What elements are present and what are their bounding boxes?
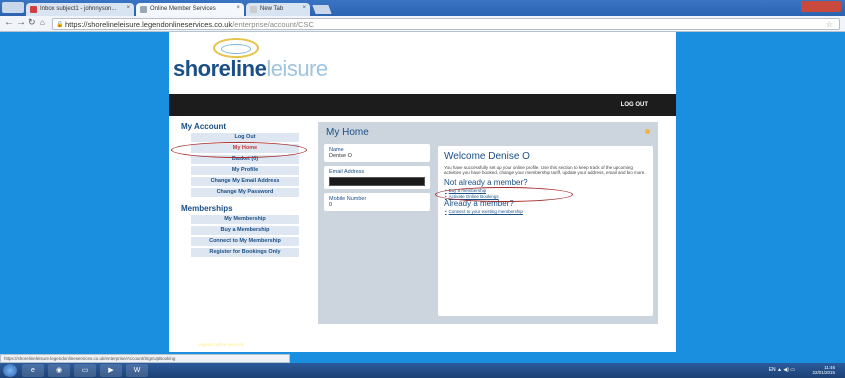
profile-info: Name Denise O Email Address Mobile Numbe… xyxy=(324,144,430,215)
lock-icon: 🔒 xyxy=(56,22,64,28)
not-member-heading: Not already a member? xyxy=(444,178,528,187)
star-icon[interactable]: ☆ xyxy=(826,20,833,29)
tab-title: New Tab xyxy=(260,6,284,12)
name-box: Name Denise O xyxy=(324,144,430,162)
browser-toolbar: ← → ↻ ⌂ 🔒 https://shorelineleisure.legen… xyxy=(0,16,845,32)
footer: Powered by Legend online services xyxy=(173,342,244,347)
tab-inbox[interactable]: Inbox subject1 - johnnyson... × xyxy=(26,3,134,16)
address-bar[interactable]: 🔒 https://shorelineleisure.legendonlines… xyxy=(52,18,840,30)
sidebar-item-buy-membership[interactable]: Buy a Membership xyxy=(191,226,299,235)
forward-arrow-icon[interactable]: → xyxy=(16,17,26,28)
folder-icon[interactable]: ▭ xyxy=(74,364,96,377)
chrome-icon[interactable]: ◉ xyxy=(48,364,70,377)
annotation-ellipse-activate-bookings xyxy=(435,187,573,202)
logout-link[interactable]: LOG OUT xyxy=(621,102,648,108)
sidebar-item-connect-membership[interactable]: Connect to My Membership xyxy=(191,237,299,246)
close-icon[interactable]: × xyxy=(302,5,306,11)
logo-text-sub: leisure xyxy=(266,56,328,81)
gmail-icon xyxy=(30,6,37,13)
url-host: https://shorelineleisure.legendonlineser… xyxy=(65,20,233,29)
clock-date: 22/01/2015 xyxy=(812,370,835,375)
sidebar-item-log-out[interactable]: Log Out xyxy=(191,133,299,142)
welcome-text: You have successfully set up your online… xyxy=(444,165,646,175)
main-panel: My Home Name Denise O Email Address Mobi… xyxy=(318,122,658,324)
window-close-button[interactable] xyxy=(801,1,841,12)
url-path: /enterprise/account/CSC xyxy=(232,20,314,29)
home-icon[interactable]: ⌂ xyxy=(40,18,45,27)
clock[interactable]: 11:46 22/01/2015 xyxy=(812,365,835,375)
welcome-title: Welcome Denise O xyxy=(444,151,530,162)
new-tab-button[interactable] xyxy=(312,5,332,14)
status-bar: https://shorelineleisure.legendonlineser… xyxy=(0,354,290,363)
annotation-ellipse-my-home xyxy=(171,142,307,158)
tray-icons[interactable]: EN ▲ ◀) ▭ xyxy=(769,367,795,373)
welcome-panel: Welcome Denise O You have successfully s… xyxy=(438,146,653,316)
sidebar-item-change-email[interactable]: Change My Email Address xyxy=(191,177,299,186)
mobile-value: 0 xyxy=(329,202,333,208)
sidebar-item-my-membership[interactable]: My Membership xyxy=(191,215,299,224)
tab-new-tab[interactable]: New Tab × xyxy=(246,3,310,16)
page-icon xyxy=(250,6,257,13)
name-value: Denise O xyxy=(329,153,352,159)
logo-text-main: shoreline xyxy=(173,56,267,81)
window-menu-button[interactable] xyxy=(2,2,24,13)
back-arrow-icon[interactable]: ← xyxy=(4,17,14,28)
logo-wave-icon xyxy=(221,44,251,54)
browser-tab-strip: Inbox subject1 - johnnyson... × Online M… xyxy=(0,0,845,16)
close-icon[interactable]: × xyxy=(236,5,240,11)
language-indicator[interactable]: EN xyxy=(769,367,776,373)
tab-title: Inbox subject1 - johnnyson... xyxy=(40,6,117,12)
sidebar-item-register-bookings[interactable]: Register for Bookings Only xyxy=(191,248,299,257)
media-player-icon[interactable]: ▶ xyxy=(100,364,122,377)
start-button-icon[interactable] xyxy=(3,364,17,377)
tab-online-member-services[interactable]: Online Member Services × xyxy=(136,3,244,16)
web-page: shorelineleisure LOG OUT My Account Log … xyxy=(169,32,676,352)
top-nav-bar: LOG OUT xyxy=(169,94,676,116)
reload-icon[interactable]: ↻ xyxy=(28,17,36,28)
memberships-heading: Memberships xyxy=(181,204,233,213)
word-icon[interactable]: W xyxy=(126,364,148,377)
email-value-redacted xyxy=(329,177,425,186)
connect-membership-link[interactable]: Connect to your existing membership xyxy=(444,209,647,215)
mobile-box: Mobile Number 0 xyxy=(324,193,430,211)
tab-title: Online Member Services xyxy=(150,6,216,12)
help-icon[interactable] xyxy=(645,129,650,134)
page-icon xyxy=(140,6,147,13)
email-box: Email Address xyxy=(324,166,430,189)
ie-icon[interactable]: e xyxy=(22,364,44,377)
windows-taskbar: e ◉ ▭ ▶ W EN ▲ ◀) ▭ 11:46 22/01/2015 xyxy=(0,363,845,378)
footer-link[interactable]: Legend online services xyxy=(198,342,244,347)
sidebar-item-my-profile[interactable]: My Profile xyxy=(191,166,299,175)
sidebar-item-change-password[interactable]: Change My Password xyxy=(191,188,299,197)
my-account-heading: My Account xyxy=(181,122,227,131)
footer-prefix: Powered by xyxy=(173,342,197,347)
email-label: Email Address xyxy=(329,169,365,175)
site-logo[interactable]: shorelineleisure xyxy=(173,56,328,82)
page-title: My Home xyxy=(326,127,369,138)
close-icon[interactable]: × xyxy=(126,5,130,11)
